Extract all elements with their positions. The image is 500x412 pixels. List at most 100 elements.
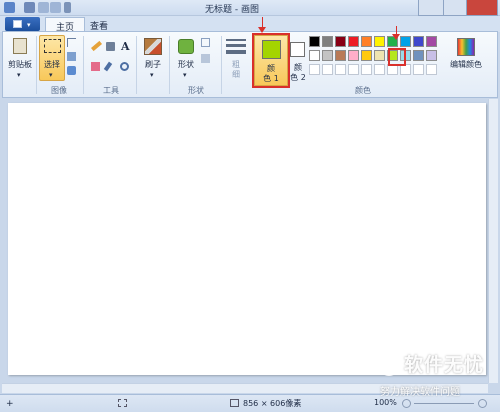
customize-quick-access-icon[interactable] [64,2,71,13]
zoom-text: 100% [374,398,397,407]
rotate-icon[interactable] [67,66,76,75]
tab-view[interactable]: 查看 [80,17,118,32]
fill-icon[interactable] [201,54,210,63]
palette-swatch[interactable] [322,36,333,47]
palette-swatch[interactable] [335,50,346,61]
paste-dropdown-arrow: ▾ [17,71,21,79]
shapes-icon [178,39,194,54]
image-group-label: 图像 [51,86,67,95]
paint-menu-arrow: ▾ [27,21,31,29]
crop-icon[interactable] [67,38,76,47]
palette-swatch[interactable] [426,64,437,75]
maximize-button[interactable] [443,0,467,16]
select-button[interactable]: 选择 ▾ [39,35,65,81]
color-picker-icon[interactable] [103,61,113,72]
palette-swatch[interactable] [361,64,372,75]
workspace [2,99,498,383]
line-width-icon-2 [226,44,246,47]
palette-swatch[interactable] [400,36,411,47]
brushes-dropdown-arrow: ▾ [150,71,154,79]
minimize-button[interactable] [418,0,444,16]
size-button[interactable]: 粗 细 [224,36,248,80]
redo-icon[interactable] [50,2,61,13]
zoom-in-button[interactable] [478,399,487,408]
palette-swatch[interactable] [374,64,385,75]
divider [221,36,222,94]
line-width-icon [226,39,246,41]
palette-swatch[interactable] [309,36,320,47]
palette-swatch[interactable] [335,36,346,47]
color2-button[interactable]: 颜 色 2 [288,36,308,84]
palette-swatch[interactable] [348,50,359,61]
paste-button[interactable]: 剪贴板 ▾ [6,36,34,80]
palette-swatch[interactable] [322,50,333,61]
color2-swatch [290,42,305,57]
resize-icon[interactable] [67,52,76,61]
text-tool-icon[interactable]: A [121,40,130,53]
edit-colors-button[interactable]: 编辑颜色 [449,36,483,80]
shapes-dropdown-arrow: ▾ [183,71,187,79]
highlight-frame-palette [388,48,406,66]
ribbon-home: 剪贴板 ▾ 选择 ▾ 图像 A 工具 刷子 ▾ 形状 ▾ 形状 粗 细 颜 色 … [2,31,498,98]
edit-colors-label: 编辑颜色 [450,60,482,69]
ribbon-tab-bar: ▾ 主页 查看 [0,16,500,33]
palette-swatch[interactable] [309,50,320,61]
pencil-icon[interactable] [91,40,102,52]
palette-swatch[interactable] [361,36,372,47]
outline-icon[interactable] [201,38,210,47]
magnifier-icon[interactable] [120,62,129,71]
close-button[interactable] [466,0,498,16]
watermark: 软件无忧 努力解决软件问题 [378,350,496,398]
zoom-slider[interactable] [414,403,474,404]
annotation-arrowhead-palette [392,34,400,40]
palette-swatch[interactable] [426,36,437,47]
brushes-label: 刷子 [145,60,161,69]
palette-swatch[interactable] [374,36,385,47]
size-label: 粗 细 [232,60,240,79]
zoom-out-button[interactable] [402,399,411,408]
shapes-label: 形状 [178,60,194,69]
paint-app-icon[interactable] [4,2,15,13]
palette-swatch[interactable] [348,36,359,47]
shapes-button[interactable]: 形状 ▾ [173,36,199,80]
watermark-line1: 软件无忧 [404,354,485,376]
palette-swatch[interactable] [335,64,346,75]
palette-swatch[interactable] [322,64,333,75]
window-title: 无标题 - 画图 [205,5,259,15]
cursor-position-icon: + [6,399,14,409]
fill-bucket-icon[interactable] [106,42,115,51]
brushes-button[interactable]: 刷子 ▾ [140,36,166,80]
paint-menu-button[interactable]: ▾ [5,17,40,31]
paint-menu-icon [13,20,22,28]
select-label: 选择 [44,60,60,69]
color2-label-line2: 色 2 [290,73,306,82]
watermark-line2: 努力解决软件问题 [380,387,460,398]
divider [83,36,84,94]
divider [169,36,170,94]
watermark-logo-icon [378,354,400,376]
tab-home[interactable]: 主页 [45,17,86,33]
canvas-size-text: 856 × 606像素 [243,399,302,408]
palette-swatch[interactable] [413,36,424,47]
palette-swatch[interactable] [413,64,424,75]
color2-label-line1: 颜 [294,63,302,72]
brush-icon [144,38,162,55]
selection-rectangle-icon [44,39,61,53]
highlight-frame-color1 [252,33,290,88]
save-icon[interactable] [24,2,35,13]
drawing-canvas[interactable] [8,103,486,375]
paste-label: 剪贴板 [8,60,32,69]
palette-swatch[interactable] [361,50,372,61]
palette-swatch[interactable] [348,64,359,75]
canvas-size-icon [230,399,239,407]
line-width-icon-3 [226,50,246,54]
vertical-scrollbar[interactable] [488,99,498,383]
palette-swatch[interactable] [374,50,385,61]
undo-icon[interactable] [38,2,49,13]
palette-swatch[interactable] [309,64,320,75]
shapes-group-label: 形状 [188,86,204,95]
palette-swatch[interactable] [413,50,424,61]
colors-group-label: 颜色 [355,86,371,95]
palette-swatch[interactable] [426,50,437,61]
eraser-icon[interactable] [91,62,100,71]
